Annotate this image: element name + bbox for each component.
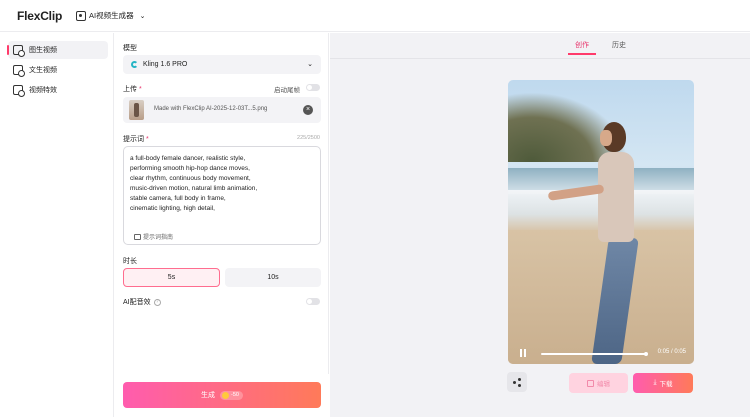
tool-label: AI视频生成器 [89,11,134,20]
duration-option-5s[interactable]: 5s [123,268,220,287]
sidebar-item-image-to-video[interactable]: 图生视频 [7,41,108,59]
last-frame-label: 启动尾帧 [274,87,300,94]
sidebar-item-text-to-video[interactable]: 文生视频 [8,61,108,79]
prompt-guide-link[interactable]: 提示词指南 [134,232,173,241]
help-icon[interactable]: ? [153,298,161,306]
last-frame-toggle[interactable] [306,84,320,91]
text-to-video-icon [13,65,25,77]
upload-filename: Made with FlexClip AI-2025-12-03T...5.pn… [154,106,268,112]
upload-thumbnail [129,100,144,120]
model-label: 模型 [123,45,137,52]
upload-file-box[interactable]: Made with FlexClip AI-2025-12-03T...5.pn… [123,97,321,123]
prompt-char-count: 225/2500 [297,135,320,141]
model-select[interactable]: Kling 1.6 PRO ⌄ [123,55,321,74]
download-button[interactable]: ⤓ 下载 [633,373,693,393]
generate-label: 生成 [201,392,216,399]
ai-audio-row: AI配音效 ? [123,297,161,307]
sidebar-item-video-effects[interactable]: 视频特效 [8,81,108,99]
video-effects-icon [13,85,25,97]
duration-option-10s[interactable]: 10s [225,268,321,287]
ai-video-icon [76,10,86,21]
top-bar: FlexClip AI视频生成器 ⌄ [0,0,750,32]
video-progress-bar[interactable] [541,352,648,356]
video-time: 0:05 / 0:05 [657,349,686,355]
tool-selector[interactable]: AI视频生成器 ⌄ [76,10,145,21]
generate-button[interactable]: 生成 -50 [123,382,321,408]
video-controls: 0:05 / 0:05 [508,342,694,364]
upload-label: 上传 * [123,86,142,93]
preview-tabs: 创作 历史 [330,33,750,59]
share-button[interactable] [507,372,527,392]
credit-cost: -50 [220,390,243,400]
generate-area: 生成 -50 [115,374,329,417]
sidebar-item-label: 图生视频 [29,47,57,54]
prompt-text[interactable]: a full-body female dancer, realistic sty… [130,154,316,214]
chevron-down-icon: ⌄ [307,61,313,68]
pause-icon[interactable] [520,349,526,357]
prompt-textarea[interactable]: a full-body female dancer, realistic sty… [123,146,321,245]
video-frame-person-body [598,152,634,242]
book-icon [134,233,141,240]
tab-history[interactable]: 历史 [612,40,626,50]
edit-icon [587,379,594,387]
kling-logo-icon [131,61,138,68]
video-frame-person-face [600,130,612,146]
sidebar-item-label: 文生视频 [29,67,57,74]
image-to-video-icon [13,45,25,57]
tab-create[interactable]: 创作 [568,40,596,55]
coin-icon [222,391,230,399]
preview-area: 创作 历史 0:05 / 0:05 编辑 ⤓ 下载 [330,33,750,417]
model-value: Kling 1.6 PRO [143,61,188,68]
ai-audio-toggle[interactable] [306,298,320,305]
share-icon [513,378,521,387]
chevron-down-icon: ⌄ [139,12,146,20]
prompt-label: 提示词 * [123,136,149,143]
sidebar-item-label: 视频特效 [29,87,57,94]
generation-form: 模型 Kling 1.6 PRO ⌄ 上传 * 启动尾帧 Made with F… [115,33,329,417]
video-player[interactable]: 0:05 / 0:05 [508,80,694,364]
flexclip-logo[interactable]: FlexClip [17,9,62,23]
edit-button[interactable]: 编辑 [569,373,628,393]
active-indicator [7,45,9,55]
duration-label: 时长 [123,258,137,265]
ai-audio-label: AI配音效 [123,299,151,306]
remove-file-button[interactable]: × [303,105,313,115]
download-icon: ⤓ [653,379,657,386]
prompt-guide-label: 提示词指南 [143,235,174,241]
sidebar: 图生视频 文生视频 视频特效 [0,33,114,417]
